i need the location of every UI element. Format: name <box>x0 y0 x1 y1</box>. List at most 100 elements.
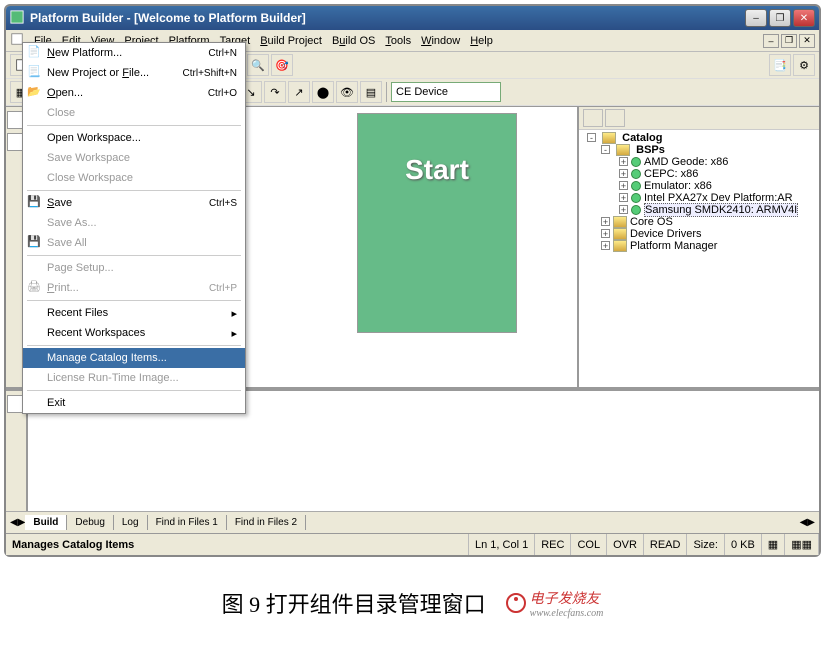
tb-stepout-icon[interactable]: ↗ <box>288 81 310 103</box>
collapse-icon[interactable]: - <box>587 133 596 142</box>
minimize-button[interactable]: – <box>745 9 767 27</box>
tb-target-icon[interactable]: 🎯 <box>271 54 293 76</box>
tree-item[interactable]: +Core OS <box>583 216 815 228</box>
tab-scroll-left[interactable]: ◀ <box>800 517 808 528</box>
tree-bsp-item[interactable]: +Emulator: x86 <box>583 180 815 192</box>
tab-scroll-right[interactable]: ▶ <box>807 517 815 528</box>
tree-root[interactable]: - Catalog <box>583 132 815 144</box>
app-window: Platform Builder - [Welcome to Platform … <box>4 4 821 557</box>
mdi-minimize[interactable]: – <box>763 34 779 48</box>
menu-separator <box>27 125 241 126</box>
tb-memory-icon[interactable]: ▤ <box>360 81 382 103</box>
output-tabs: ◀ ▶ Build Debug Log Find in Files 1 Find… <box>6 511 819 533</box>
status-indicator-1: ▦ <box>762 534 785 555</box>
catalog-toolbar <box>579 107 819 130</box>
tab-nav-left[interactable]: ◀ <box>10 517 18 528</box>
catalog-tree[interactable]: - Catalog - BSPs +AMD Geode: x86 +CEPC: … <box>579 130 819 380</box>
device-combo[interactable]: CE Device <box>391 82 501 102</box>
menu-separator <box>27 345 241 346</box>
menu-manage-catalog[interactable]: Manage Catalog Items... <box>23 348 245 368</box>
status-size-label: Size: <box>687 534 724 555</box>
mdi-close[interactable]: ✕ <box>799 34 815 48</box>
tb-watch-icon[interactable]: 👁 <box>336 81 358 103</box>
maximize-button[interactable]: ❐ <box>769 9 791 27</box>
file-menu-dropdown: 📄New Platform...Ctrl+N 📃New Project or F… <box>22 42 246 414</box>
menu-save-as: Save As... <box>23 213 245 233</box>
status-col: COL <box>571 534 607 555</box>
expand-icon[interactable]: + <box>619 169 628 178</box>
expand-icon[interactable]: + <box>619 193 628 202</box>
menu-help[interactable]: Help <box>470 35 493 47</box>
new-file-icon: 📃 <box>27 65 43 81</box>
menu-open[interactable]: 📂Open...Ctrl+O <box>23 83 245 103</box>
tree-bsp-item[interactable]: +CEPC: x86 <box>583 168 815 180</box>
menu-save[interactable]: 💾SaveCtrl+S <box>23 193 245 213</box>
menu-open-workspace[interactable]: Open Workspace... <box>23 128 245 148</box>
menu-tools[interactable]: Tools <box>385 35 411 47</box>
menu-window[interactable]: Window <box>421 35 460 47</box>
statusbar: Manages Catalog Items Ln 1, Col 1 REC CO… <box>6 533 819 555</box>
status-position: Ln 1, Col 1 <box>469 534 535 555</box>
menu-build-project[interactable]: Build Project <box>260 35 322 47</box>
menu-recent-files[interactable]: Recent Files▸ <box>23 303 245 323</box>
folder-icon <box>602 132 616 144</box>
menu-build-os[interactable]: Build OS <box>332 35 375 47</box>
menu-new-project[interactable]: 📃New Project or File...Ctrl+Shift+N <box>23 63 245 83</box>
component-icon <box>631 157 641 167</box>
new-platform-icon: 📄 <box>27 45 43 61</box>
component-icon <box>631 205 641 215</box>
mdi-restore[interactable]: ❐ <box>781 34 797 48</box>
component-icon <box>631 169 641 179</box>
menu-separator <box>27 190 241 191</box>
catalog-pane: - Catalog - BSPs +AMD Geode: x86 +CEPC: … <box>579 107 819 387</box>
tree-bsp-item[interactable]: +AMD Geode: x86 <box>583 156 815 168</box>
menu-page-setup: Page Setup... <box>23 258 245 278</box>
status-rec: REC <box>535 534 571 555</box>
tree-item[interactable]: +Device Drivers <box>583 228 815 240</box>
collapse-icon[interactable]: - <box>601 145 610 154</box>
bsps-label: BSPs <box>636 144 665 156</box>
titlebar: Platform Builder - [Welcome to Platform … <box>6 6 819 30</box>
welcome-text: Start <box>405 154 469 186</box>
output-tab-build[interactable]: Build <box>25 515 67 530</box>
tb-extra-icon[interactable]: ⚙ <box>793 54 815 76</box>
tb-breakpoint-icon[interactable]: ⬤ <box>312 81 334 103</box>
expand-icon[interactable]: + <box>601 217 610 226</box>
component-icon <box>631 193 641 203</box>
elecfans-watermark: 电子发烧友 www.elecfans.com <box>506 588 604 619</box>
folder-icon <box>613 228 627 240</box>
output-tab-debug[interactable]: Debug <box>67 515 113 530</box>
tab-nav-right[interactable]: ▶ <box>18 517 26 528</box>
expand-icon[interactable]: + <box>601 241 610 250</box>
catalog-btn-2[interactable] <box>605 109 625 127</box>
output-tab-find1[interactable]: Find in Files 1 <box>148 515 227 530</box>
output-tab-find2[interactable]: Find in Files 2 <box>227 515 306 530</box>
window-buttons: – ❐ ✕ <box>745 9 815 27</box>
tb-stepover-icon[interactable]: ↷ <box>264 81 286 103</box>
tb-find-icon[interactable]: 🔍 <box>247 54 269 76</box>
mdi-buttons: – ❐ ✕ <box>763 34 815 48</box>
menu-separator <box>27 390 241 391</box>
catalog-btn-1[interactable] <box>583 109 603 127</box>
menu-recent-workspaces[interactable]: Recent Workspaces▸ <box>23 323 245 343</box>
menu-exit[interactable]: Exit <box>23 393 245 413</box>
elecfans-url: www.elecfans.com <box>530 608 604 619</box>
status-help: Manages Catalog Items <box>6 534 469 555</box>
close-button[interactable]: ✕ <box>793 9 815 27</box>
save-all-icon: 💾 <box>27 235 43 251</box>
expand-icon[interactable]: + <box>601 229 610 238</box>
submenu-arrow-icon: ▸ <box>231 307 237 320</box>
expand-icon[interactable]: + <box>619 181 628 190</box>
output-tab-log[interactable]: Log <box>114 515 148 530</box>
menu-close-workspace: Close Workspace <box>23 168 245 188</box>
tree-bsps[interactable]: - BSPs <box>583 144 815 156</box>
window-title: Platform Builder - [Welcome to Platform … <box>30 11 745 25</box>
menu-print: 🖨Print...Ctrl+P <box>23 278 245 298</box>
menu-new-platform[interactable]: 📄New Platform...Ctrl+N <box>23 43 245 63</box>
expand-icon[interactable]: + <box>619 157 628 166</box>
expand-icon[interactable]: + <box>619 205 628 214</box>
tb-catalog-icon[interactable]: 📑 <box>769 54 791 76</box>
tree-item[interactable]: +Platform Manager <box>583 240 815 252</box>
catalog-root-label: Catalog <box>622 132 662 144</box>
tree-bsp-item[interactable]: +Samsung SMDK2410: ARMV4I <box>583 204 815 216</box>
